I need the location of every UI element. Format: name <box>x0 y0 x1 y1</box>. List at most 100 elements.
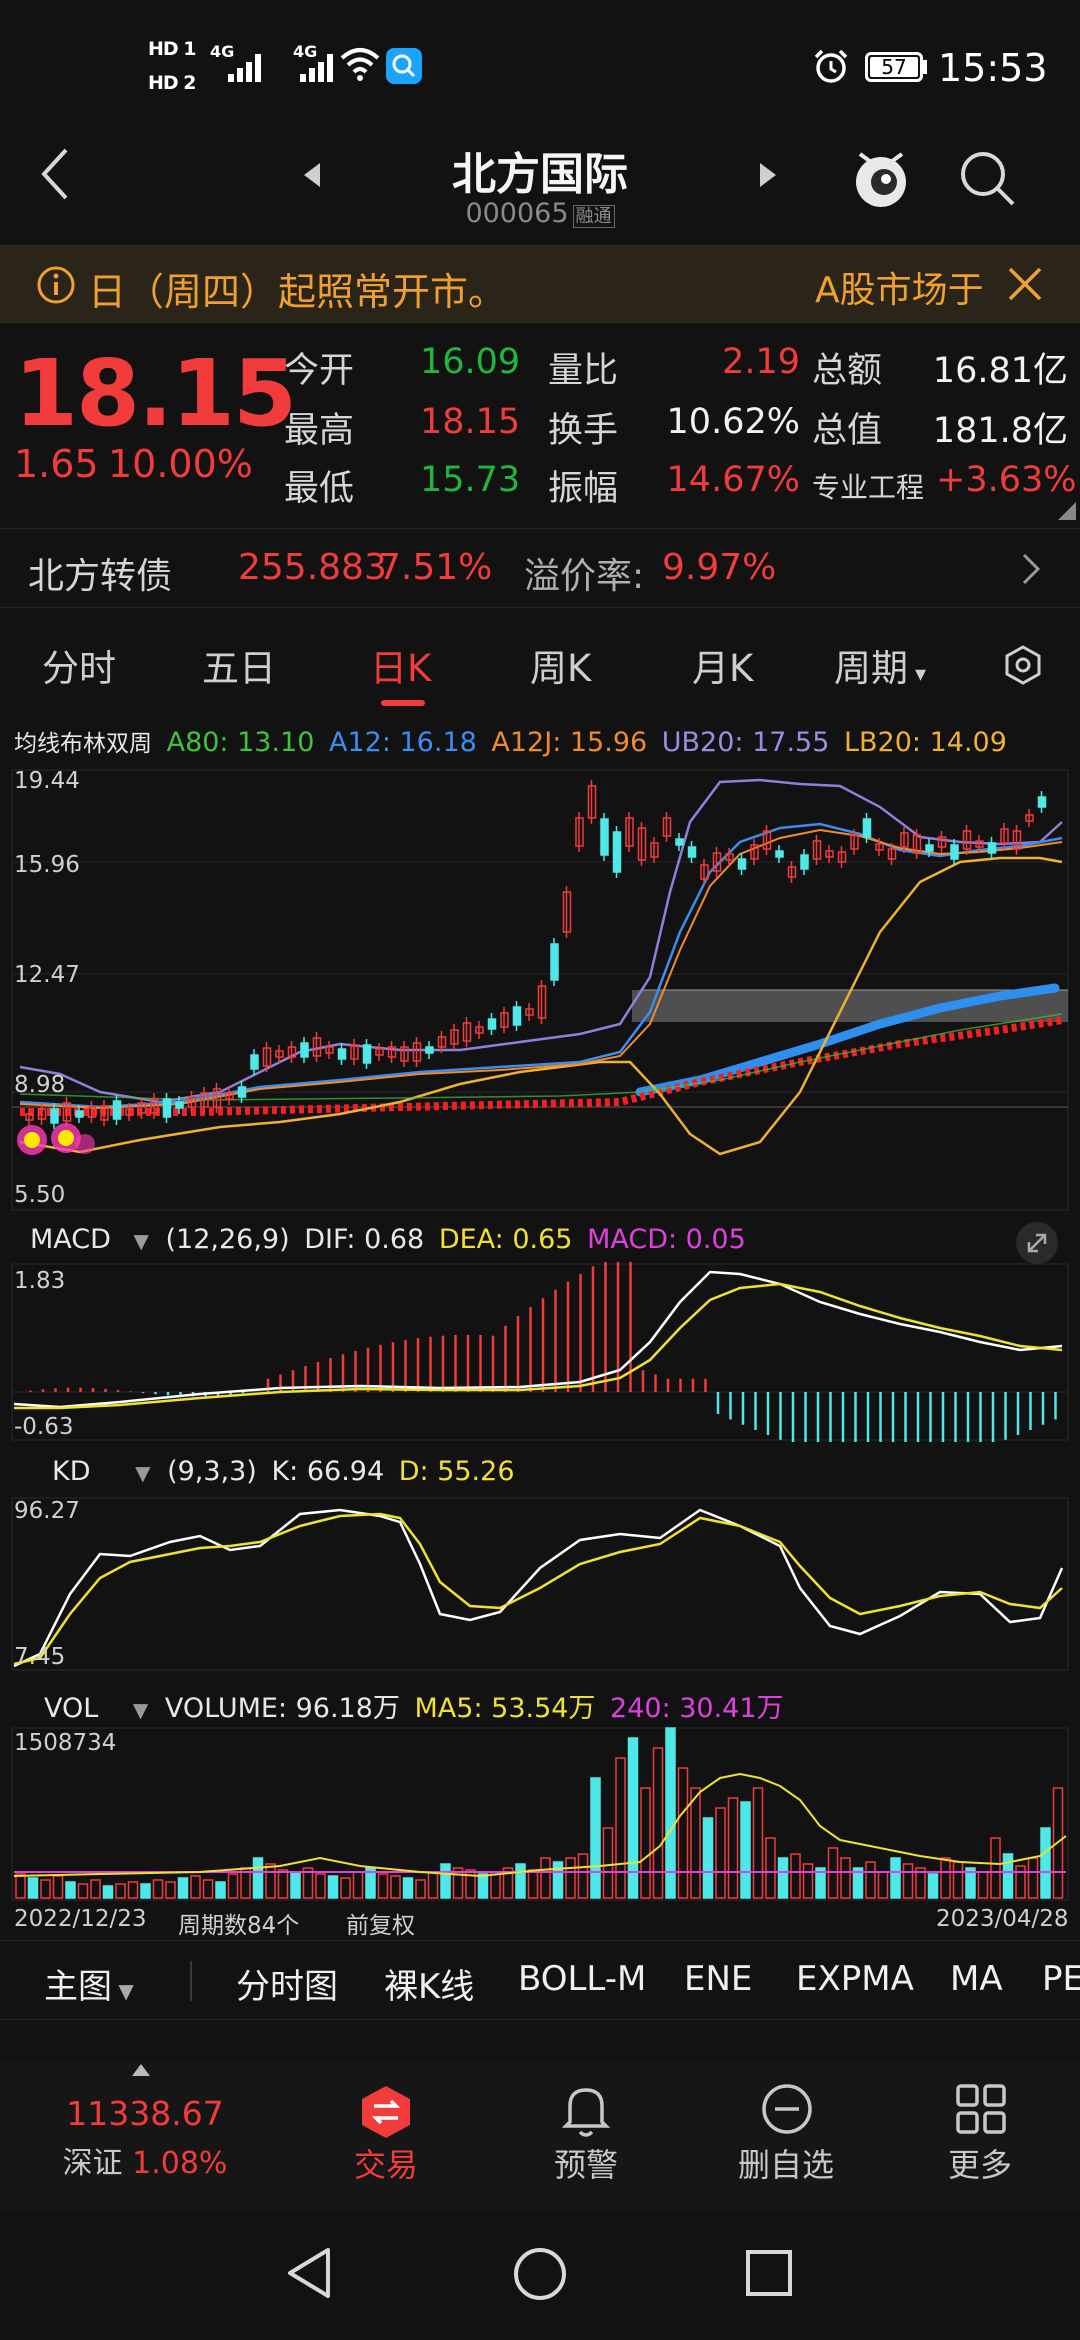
toolbar-ma[interactable]: MA <box>950 1959 1003 1999</box>
alarm-icon <box>814 49 848 83</box>
search-icon[interactable] <box>955 146 1019 210</box>
label-amplitude: 振幅 <box>548 469 619 509</box>
bond-price: 255.883 <box>238 547 387 588</box>
vol-y-max: 1508734 <box>14 1730 117 1756</box>
tab-five-day[interactable]: 五日 <box>202 638 276 692</box>
index-info[interactable]: 深证 1.08% <box>60 2138 230 2182</box>
kd-legend[interactable]: KD ▼ (9,3,3) K: 66.94 D: 55.26 <box>52 1456 1080 1487</box>
main-chart-selector[interactable]: 主图 ▼ <box>44 1959 134 2008</box>
y-axis-max: 19.44 <box>14 768 80 794</box>
kd-y-min: 7.45 <box>14 1644 66 1670</box>
settings-icon[interactable] <box>1002 644 1044 686</box>
date-end: 2023/04/28 <box>936 1906 1069 1932</box>
toolbar-ene[interactable]: ENE <box>684 1959 752 1999</box>
candle-group <box>25 780 1047 1129</box>
macd-histogram <box>29 1262 1057 1442</box>
toolbar-pe[interactable]: PE <box>1042 1959 1080 1999</box>
adjust-mode: 前复权 <box>346 1913 415 1939</box>
legend-lb20: LB20: 14.09 <box>843 727 1007 758</box>
toolbar-expma[interactable]: EXPMA <box>796 1959 914 1999</box>
dropdown-icon: ▼ <box>132 1698 149 1722</box>
vol-legend[interactable]: VOL ▼ VOLUME: 96.18万 MA5: 53.54万 240: 30… <box>44 1686 1080 1725</box>
convertible-bond-row[interactable]: 北方转债 255.883 7.51% 溢价率: 9.97% <box>0 528 1080 608</box>
kd-chart[interactable] <box>0 1494 1080 1674</box>
mascot-icon[interactable] <box>846 142 916 212</box>
toolbar-intraday[interactable]: 分时图 <box>236 1959 338 2008</box>
bell-icon <box>561 2088 611 2137</box>
quote-panel: 18.15 1.65 10.00% 今开 16.09 量比 2.19 总额 16… <box>0 330 1080 520</box>
macd-chart[interactable] <box>0 1262 1080 1442</box>
caret-up-icon <box>132 2064 150 2076</box>
status-bar: HD 1 HD 2 4G 4G 57 15:53 <box>0 0 1080 130</box>
tab-intraday[interactable]: 分时 <box>42 638 116 692</box>
macd-dea: DEA: 0.65 <box>438 1224 573 1255</box>
search-app-icon <box>386 48 422 84</box>
stock-code: 000065 融通 <box>0 198 1080 229</box>
system-back-icon[interactable] <box>284 2246 334 2300</box>
chart-tabs: 分时 五日 日K 周K 月K 周期 ▾ <box>0 620 1080 710</box>
system-home-icon[interactable] <box>512 2246 568 2302</box>
grid-icon <box>956 2084 1006 2134</box>
stock-header: 北方国际 000065 融通 <box>0 130 1080 242</box>
change-percent: 10.00% <box>108 442 253 486</box>
next-stock-icon[interactable] <box>756 160 780 190</box>
value-amplitude: 14.67% <box>666 460 800 500</box>
index-value[interactable]: 11338.67 <box>60 2094 230 2133</box>
battery-tip <box>923 60 927 74</box>
legend-a12j: A12J: 15.96 <box>491 727 648 758</box>
main-indicator-legend[interactable]: 均线布林双周 A80: 13.10 A12: 16.18 A12J: 15.96… <box>14 724 1080 758</box>
label-market-cap: 总值 <box>812 411 883 451</box>
tab-period[interactable]: 周期 ▾ <box>834 638 926 692</box>
stock-name: 北方国际 <box>452 149 628 200</box>
info-icon <box>37 266 75 304</box>
value-low: 15.73 <box>420 460 521 500</box>
premium-value: 9.97% <box>662 547 777 588</box>
sim1-indicator: HD 1 <box>148 38 197 60</box>
y-axis-label-4: 8.98 <box>14 1072 66 1098</box>
y-axis-label-3: 12.47 <box>14 962 80 988</box>
tab-weekly-k[interactable]: 周K <box>530 638 591 692</box>
indicator-toolbar: 主图 ▼ 分时图 裸K线 BOLL-M ENE EXPMA MA PE <box>0 1940 1080 2020</box>
legend-a80: A80: 13.10 <box>166 727 315 758</box>
legend-ub20: UB20: 17.55 <box>661 727 830 758</box>
tab-monthly-k[interactable]: 月K <box>692 638 753 692</box>
battery-icon: 57 <box>865 52 923 82</box>
date-start: 2022/12/23 <box>14 1906 147 1932</box>
toolbar-bare-k[interactable]: 裸K线 <box>384 1959 474 2008</box>
fullscreen-icon[interactable] <box>1014 1220 1060 1266</box>
macd-value: MACD: 0.05 <box>587 1224 746 1255</box>
macd-y-min: -0.63 <box>14 1414 74 1440</box>
volume-chart[interactable] <box>0 1726 1080 1902</box>
signal-icon-2 <box>300 50 340 82</box>
notice-text: 日（周四）起照常开市。 <box>88 270 507 314</box>
expand-corner-icon[interactable] <box>1058 502 1076 520</box>
active-tab-indicator <box>381 700 425 706</box>
value-volume-ratio: 2.19 <box>722 342 800 382</box>
kd-y-max: 96.27 <box>14 1498 80 1524</box>
tab-daily-k[interactable]: 日K <box>370 638 431 692</box>
value-turnover-amount: 16.81亿 <box>932 351 1068 391</box>
toolbar-boll-m[interactable]: BOLL-M <box>518 1959 646 1999</box>
vol-volume: VOLUME: 96.18万 <box>164 1693 400 1724</box>
legend-a12: A12: 16.18 <box>329 727 477 758</box>
macd-dif: DIF: 0.68 <box>304 1224 425 1255</box>
macd-y-max: 1.83 <box>14 1268 66 1294</box>
candlestick-chart[interactable] <box>0 762 1080 1212</box>
trade-icon <box>362 2086 410 2138</box>
dropdown-icon: ▼ <box>133 1229 149 1253</box>
margin-tag: 融通 <box>572 205 615 228</box>
vol-ma240: 240: 30.41万 <box>610 1693 784 1724</box>
kd-d: D: 55.26 <box>398 1456 515 1487</box>
chevron-right-icon <box>1022 553 1041 585</box>
system-recents-icon[interactable] <box>744 2248 794 2298</box>
market-notice[interactable]: 日（周四）起照常开市。 A股市场于 <box>0 245 1080 323</box>
kd-name: KD <box>52 1456 91 1487</box>
flower-marker-icon <box>17 1123 95 1155</box>
change-amount: 1.65 <box>14 442 99 486</box>
macd-legend[interactable]: MACD ▼ (12,26,9) DIF: 0.68 DEA: 0.65 MAC… <box>30 1224 1080 1255</box>
signal-icon <box>228 50 268 82</box>
close-icon[interactable] <box>1006 265 1044 303</box>
value-market-cap: 181.8亿 <box>932 411 1068 451</box>
y-axis-min: 5.50 <box>14 1182 66 1208</box>
label-sector[interactable]: 专业工程 <box>812 466 924 506</box>
